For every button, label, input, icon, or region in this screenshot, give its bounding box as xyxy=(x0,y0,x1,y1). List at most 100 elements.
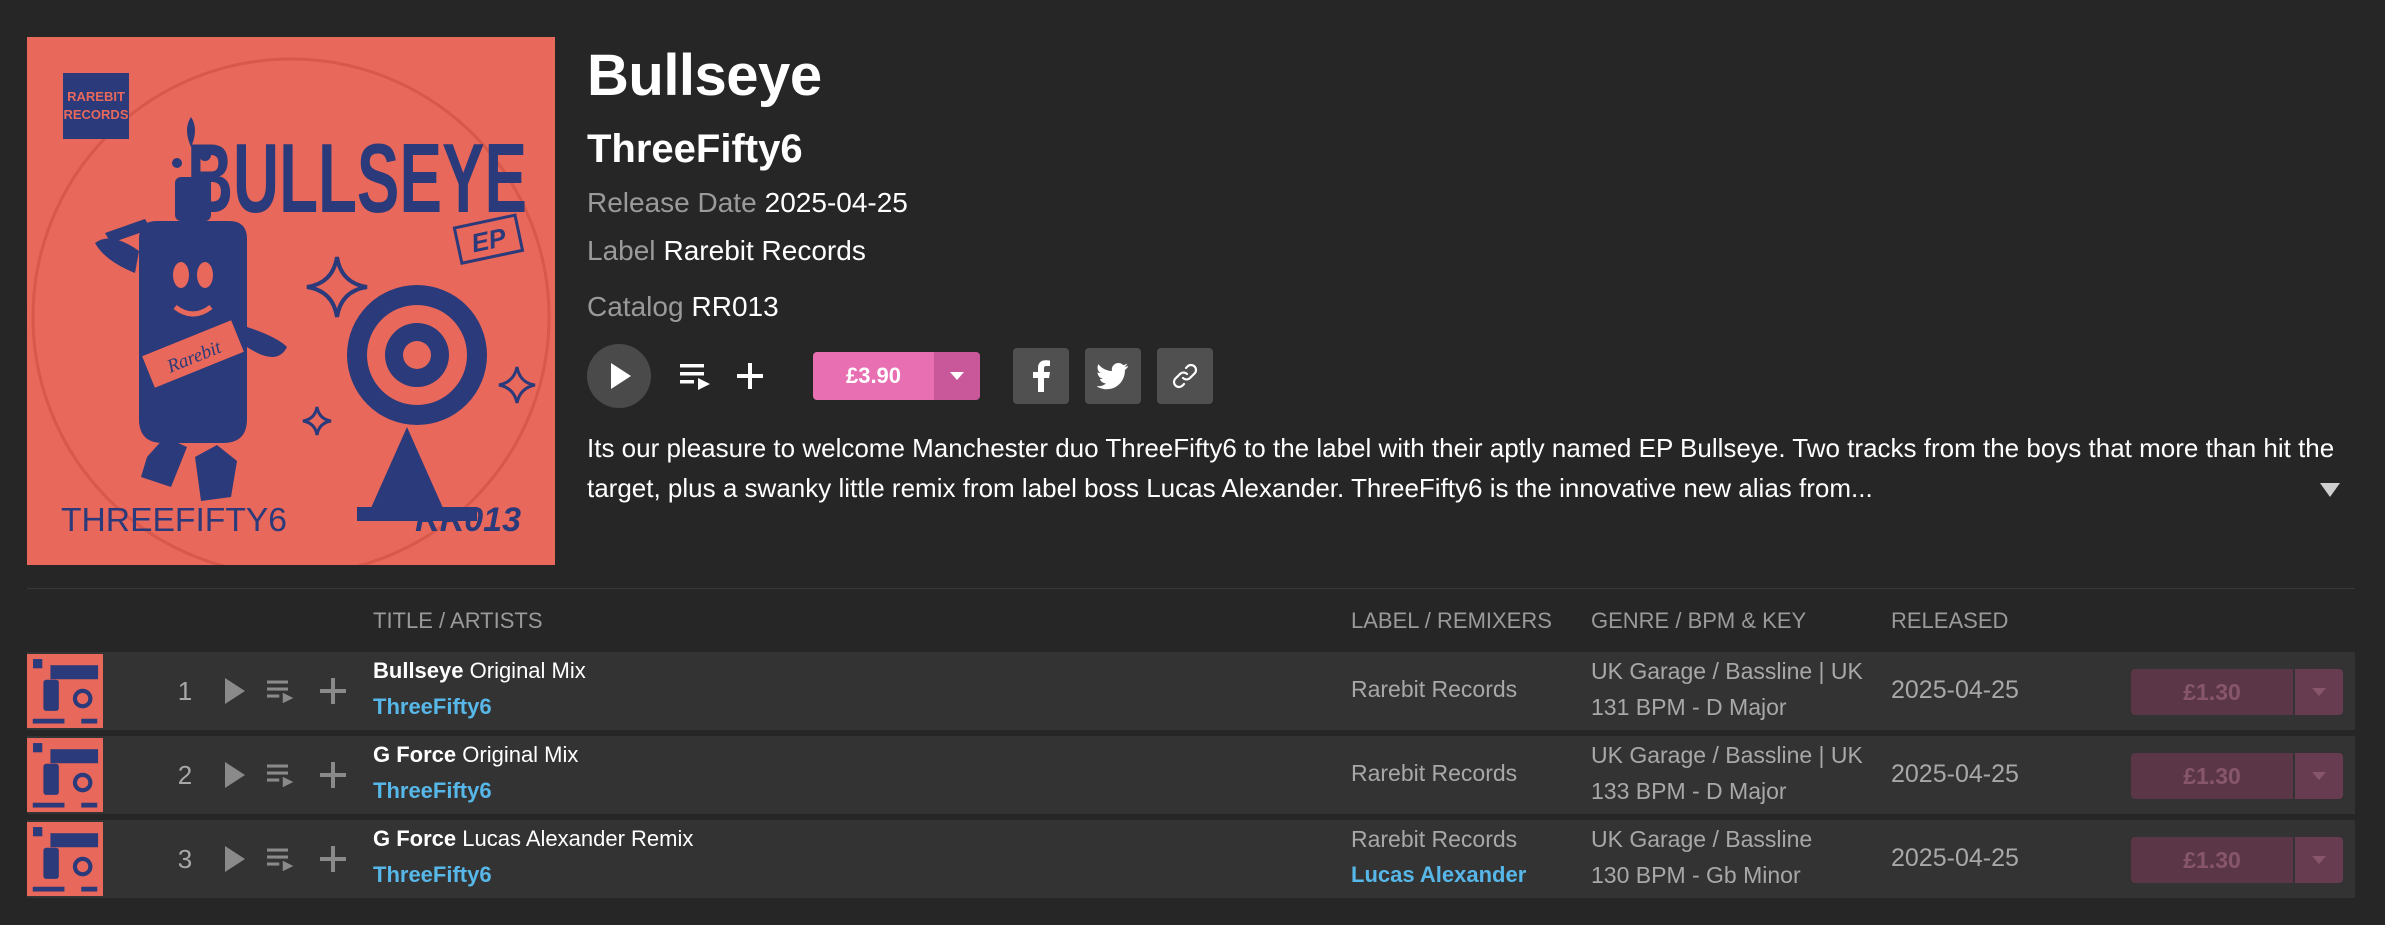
track-genre-link[interactable]: UK Garage / Bassline | UK Garage xyxy=(1591,658,1863,690)
link-icon xyxy=(1172,363,1198,389)
track-name: Bullseye xyxy=(373,658,464,683)
track-add-to-queue-button[interactable] xyxy=(263,757,299,793)
header-released[interactable]: RELEASED xyxy=(1891,608,2008,634)
catalog-row: Catalog RR013 xyxy=(587,283,2357,331)
track-genre-link[interactable]: UK Garage / Bassline xyxy=(1591,826,1863,858)
track-label-link[interactable]: Rarebit Records xyxy=(1351,826,1517,853)
description-line-2: target, plus a swanky little remix from … xyxy=(587,473,1873,503)
track-mix: Original Mix xyxy=(462,742,579,767)
track-artwork-thumbnail[interactable] xyxy=(27,654,103,728)
track-bpm-key: 133 BPM - D Major xyxy=(1591,778,1787,804)
track-buy-button[interactable]: £1.30 xyxy=(2131,837,2343,883)
track-add-to-playlist-button[interactable] xyxy=(315,757,351,793)
header-genre-bpm-key[interactable]: GENRE / BPM & KEY xyxy=(1591,608,1806,634)
track-label-link[interactable]: Rarebit Records xyxy=(1351,760,1517,787)
section-divider xyxy=(27,588,2355,589)
track-row[interactable]: 3 G Force Lucas Alexander Remix ThreeFif… xyxy=(27,820,2355,898)
track-play-button[interactable] xyxy=(217,757,253,793)
chevron-down-icon xyxy=(2312,772,2326,780)
play-icon xyxy=(225,762,245,788)
track-label-link[interactable]: Rarebit Records xyxy=(1351,676,1517,703)
release-title: Bullseye xyxy=(587,43,822,108)
track-number: 2 xyxy=(177,760,193,790)
track-price-dropdown[interactable] xyxy=(2295,669,2343,715)
release-artist-link[interactable]: ThreeFifty6 xyxy=(587,119,2357,179)
header-title-artists[interactable]: TITLE / ARTISTS xyxy=(373,608,543,634)
cover-logo-line1: RAREBIT xyxy=(67,89,125,104)
tracklist-header: TITLE / ARTISTS LABEL / REMIXERS GENRE /… xyxy=(27,600,2355,640)
track-price-dropdown[interactable] xyxy=(2295,837,2343,883)
release-date-value: 2025-04-25 xyxy=(764,187,908,218)
triangle-down-icon xyxy=(2320,483,2340,497)
track-bpm-key: 131 BPM - D Major xyxy=(1591,694,1787,720)
label-key: Label xyxy=(587,235,656,266)
release-description: Its our pleasure to welcome Manchester d… xyxy=(587,428,2347,508)
track-release-date: 2025-04-25 xyxy=(1891,760,2019,788)
chevron-down-icon xyxy=(2312,856,2326,864)
release-artwork: RAREBIT RECORDS BULLSEYE EP Rarebit THRE… xyxy=(27,37,555,565)
plus-icon xyxy=(320,762,346,788)
track-bpm-key: 130 BPM - Gb Minor xyxy=(1591,862,1801,888)
chevron-down-icon xyxy=(950,372,964,380)
track-buy-button[interactable]: £1.30 xyxy=(2131,669,2343,715)
track-add-to-playlist-button[interactable] xyxy=(315,673,351,709)
track-play-button[interactable] xyxy=(217,673,253,709)
release-date-label: Release Date xyxy=(587,187,757,218)
track-title[interactable]: Bullseye Original Mix xyxy=(373,658,586,684)
header-label-remixers[interactable]: LABEL / REMIXERS xyxy=(1351,608,1552,634)
track-buy-button[interactable]: £1.30 xyxy=(2131,753,2343,799)
track-artist-link[interactable]: ThreeFifty6 xyxy=(373,694,492,720)
track-release-date: 2025-04-25 xyxy=(1891,676,2019,704)
twitter-icon xyxy=(1097,363,1128,390)
facebook-icon xyxy=(1033,360,1050,392)
release-price[interactable]: £3.90 xyxy=(813,352,934,400)
track-price-dropdown[interactable] xyxy=(2295,753,2343,799)
add-to-playlist-button[interactable] xyxy=(727,353,773,399)
cover-logo-line2: RECORDS xyxy=(63,107,128,122)
track-price[interactable]: £1.30 xyxy=(2131,753,2293,799)
buy-release-button[interactable]: £3.90 xyxy=(813,352,980,400)
add-to-queue-icon xyxy=(267,848,294,872)
track-play-button[interactable] xyxy=(217,841,253,877)
track-genre-link[interactable]: UK Garage / Bassline | UK Garage xyxy=(1591,742,1863,774)
play-release-button[interactable] xyxy=(587,344,651,408)
plus-icon xyxy=(737,363,763,389)
play-icon xyxy=(611,363,631,389)
share-facebook-button[interactable] xyxy=(1013,348,1069,404)
cover-catalog: RR013 xyxy=(415,501,521,539)
track-remixer-link[interactable]: Lucas Alexander xyxy=(1351,862,1526,888)
track-row[interactable]: 1 Bullseye Original Mix ThreeFifty6 Rare… xyxy=(27,652,2355,730)
track-title[interactable]: G Force Lucas Alexander Remix xyxy=(373,826,693,852)
track-artwork-thumbnail[interactable] xyxy=(27,738,103,812)
track-title[interactable]: G Force Original Mix xyxy=(373,742,578,768)
track-row[interactable]: 2 G Force Original Mix ThreeFifty6 Rareb… xyxy=(27,736,2355,814)
track-artist-link[interactable]: ThreeFifty6 xyxy=(373,778,492,804)
label-link[interactable]: Rarebit Records xyxy=(664,235,866,266)
track-add-to-playlist-button[interactable] xyxy=(315,841,351,877)
copy-link-button[interactable] xyxy=(1157,348,1213,404)
label-row: Label Rarebit Records xyxy=(587,227,2357,275)
track-name: G Force xyxy=(373,826,457,851)
play-icon xyxy=(225,846,245,872)
expand-description-button[interactable] xyxy=(2318,481,2342,501)
plus-icon xyxy=(320,846,346,872)
share-twitter-button[interactable] xyxy=(1085,348,1141,404)
track-mix: Lucas Alexander Remix xyxy=(462,826,694,851)
track-add-to-queue-button[interactable] xyxy=(263,673,299,709)
track-number: 3 xyxy=(177,844,193,874)
chevron-down-icon xyxy=(2312,688,2326,696)
track-price[interactable]: £1.30 xyxy=(2131,669,2293,715)
track-artwork-thumbnail[interactable] xyxy=(27,822,103,896)
release-price-dropdown[interactable] xyxy=(934,352,980,400)
release-date-row: Release Date 2025-04-25 xyxy=(587,179,2357,227)
track-add-to-queue-button[interactable] xyxy=(263,841,299,877)
release-info: Bullseye ThreeFifty6 Release Date 2025-04… xyxy=(587,37,2357,331)
add-to-queue-icon xyxy=(267,764,294,788)
track-price[interactable]: £1.30 xyxy=(2131,837,2293,883)
description-line-1: Its our pleasure to welcome Manchester d… xyxy=(587,433,2335,463)
plus-icon xyxy=(320,678,346,704)
cover-title: BULLSEYE xyxy=(187,123,527,233)
add-to-queue-button[interactable] xyxy=(673,353,719,399)
track-artist-link[interactable]: ThreeFifty6 xyxy=(373,862,492,888)
add-to-queue-icon xyxy=(267,680,294,704)
